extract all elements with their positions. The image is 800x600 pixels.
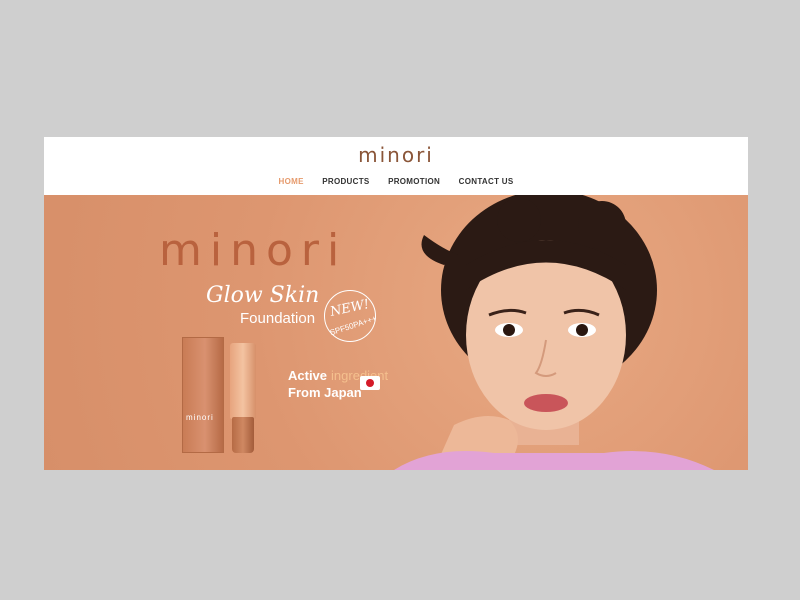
nav-home[interactable]: HOME <box>279 177 304 186</box>
from-japan-label: From Japan <box>288 385 362 400</box>
product-box-label: minori <box>186 413 214 422</box>
hero-brand-wordmark: minori <box>159 225 348 276</box>
hero-subheadline: Foundation <box>240 310 316 327</box>
product-tube-cap <box>232 417 254 453</box>
product-tube-image <box>230 343 256 419</box>
nav-contact-us[interactable]: CONTACT US <box>459 177 514 186</box>
product-box-image <box>182 337 224 453</box>
hero-headline: Glow Skin <box>206 283 320 308</box>
nav-products[interactable]: PRODUCTS <box>322 177 369 186</box>
site-logo[interactable]: minori <box>44 143 748 167</box>
active-label: Active <box>288 368 328 383</box>
nav-promotion[interactable]: PROMOTION <box>388 177 440 186</box>
website-frame: minori HOME PRODUCTS PROMOTION CONTACT U… <box>44 137 748 470</box>
hero-banner[interactable]: minori Glow Skin Foundation NEW! SPF50PA… <box>44 195 748 470</box>
model-photo <box>374 195 748 470</box>
main-nav: HOME PRODUCTS PROMOTION CONTACT US <box>44 177 748 186</box>
site-header: minori HOME PRODUCTS PROMOTION CONTACT U… <box>44 137 748 195</box>
